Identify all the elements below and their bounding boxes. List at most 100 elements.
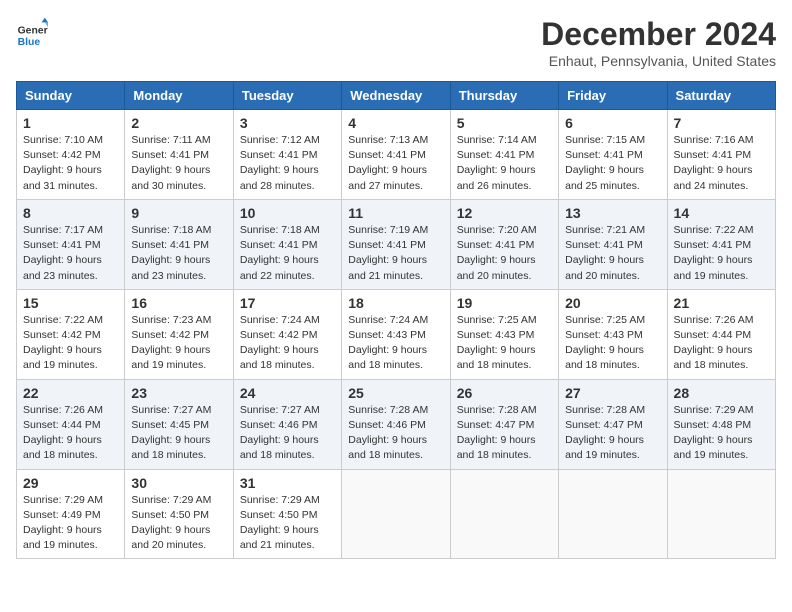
calendar-cell: 27 Sunrise: 7:28 AMSunset: 4:47 PMDayligh…: [559, 379, 667, 469]
day-number: 9: [131, 205, 226, 221]
location-title: Enhaut, Pennsylvania, United States: [541, 53, 776, 69]
day-number: 22: [23, 385, 118, 401]
day-info: Sunrise: 7:29 AMSunset: 4:49 PMDaylight:…: [23, 493, 118, 554]
calendar-cell: 15Sunrise: 7:22 AMSunset: 4:42 PMDayligh…: [17, 289, 125, 379]
day-info: Sunrise: 7:17 AMSunset: 4:41 PMDaylight:…: [23, 223, 118, 284]
day-number: 11: [348, 205, 443, 221]
calendar-week-row: 15Sunrise: 7:22 AMSunset: 4:42 PMDayligh…: [17, 289, 776, 379]
day-number: 2: [131, 115, 226, 131]
calendar-cell: 26Sunrise: 7:28 AMSunset: 4:47 PMDayligh…: [450, 379, 558, 469]
day-info: Sunrise: 7:27 AMSunset: 4:45 PMDaylight:…: [131, 403, 226, 464]
calendar-cell: 29 Sunrise: 7:29 AMSunset: 4:49 PMDayligh…: [17, 469, 125, 559]
day-number: 26: [457, 385, 552, 401]
calendar-cell: 17 Sunrise: 7:24 AMSunset: 4:42 PMDayligh…: [233, 289, 341, 379]
day-number: 7: [674, 115, 769, 131]
weekday-header-sunday: Sunday: [17, 82, 125, 110]
logo-icon: General Blue: [16, 16, 48, 48]
day-info: Sunrise: 7:18 AMSunset: 4:41 PMDaylight:…: [240, 223, 335, 284]
calendar-week-row: 29 Sunrise: 7:29 AMSunset: 4:49 PMDayligh…: [17, 469, 776, 559]
day-info: Sunrise: 7:11 AMSunset: 4:41 PMDaylight:…: [131, 133, 226, 194]
day-number: 4: [348, 115, 443, 131]
day-info: Sunrise: 7:20 AMSunset: 4:41 PMDaylight:…: [457, 223, 552, 284]
calendar-cell: 21 Sunrise: 7:26 AMSunset: 4:44 PMDayligh…: [667, 289, 775, 379]
calendar-cell: 5Sunrise: 7:14 AMSunset: 4:41 PMDaylight…: [450, 110, 558, 200]
day-number: 16: [131, 295, 226, 311]
day-number: 20: [565, 295, 660, 311]
day-info: Sunrise: 7:23 AMSunset: 4:42 PMDaylight:…: [131, 313, 226, 374]
day-info: Sunrise: 7:29 AMSunset: 4:50 PMDaylight:…: [131, 493, 226, 554]
calendar-week-row: 8 Sunrise: 7:17 AMSunset: 4:41 PMDaylight…: [17, 199, 776, 289]
day-number: 5: [457, 115, 552, 131]
day-number: 29: [23, 475, 118, 491]
day-number: 1: [23, 115, 118, 131]
day-number: 18: [348, 295, 443, 311]
day-info: Sunrise: 7:29 AMSunset: 4:50 PMDaylight:…: [240, 493, 335, 554]
day-number: 19: [457, 295, 552, 311]
calendar-cell: 4 Sunrise: 7:13 AMSunset: 4:41 PMDaylight…: [342, 110, 450, 200]
day-info: Sunrise: 7:28 AMSunset: 4:47 PMDaylight:…: [565, 403, 660, 464]
day-info: Sunrise: 7:24 AMSunset: 4:42 PMDaylight:…: [240, 313, 335, 374]
day-number: 17: [240, 295, 335, 311]
day-info: Sunrise: 7:12 AMSunset: 4:41 PMDaylight:…: [240, 133, 335, 194]
day-number: 25: [348, 385, 443, 401]
calendar-cell: 24Sunrise: 7:27 AMSunset: 4:46 PMDayligh…: [233, 379, 341, 469]
day-number: 14: [674, 205, 769, 221]
day-info: Sunrise: 7:28 AMSunset: 4:46 PMDaylight:…: [348, 403, 443, 464]
weekday-header-saturday: Saturday: [667, 82, 775, 110]
svg-text:General: General: [18, 26, 48, 37]
day-number: 21: [674, 295, 769, 311]
weekday-header-tuesday: Tuesday: [233, 82, 341, 110]
calendar-cell: 11 Sunrise: 7:19 AMSunset: 4:41 PMDayligh…: [342, 199, 450, 289]
day-info: Sunrise: 7:26 AMSunset: 4:44 PMDaylight:…: [674, 313, 769, 374]
day-info: Sunrise: 7:16 AMSunset: 4:41 PMDaylight:…: [674, 133, 769, 194]
day-info: Sunrise: 7:29 AMSunset: 4:48 PMDaylight:…: [674, 403, 769, 464]
calendar-cell: 23 Sunrise: 7:27 AMSunset: 4:45 PMDayligh…: [125, 379, 233, 469]
weekday-header-thursday: Thursday: [450, 82, 558, 110]
day-number: 27: [565, 385, 660, 401]
day-info: Sunrise: 7:27 AMSunset: 4:46 PMDaylight:…: [240, 403, 335, 464]
month-title: December 2024: [541, 16, 776, 53]
day-info: Sunrise: 7:21 AMSunset: 4:41 PMDaylight:…: [565, 223, 660, 284]
calendar-cell: 31 Sunrise: 7:29 AMSunset: 4:50 PMDayligh…: [233, 469, 341, 559]
calendar-cell: 30 Sunrise: 7:29 AMSunset: 4:50 PMDayligh…: [125, 469, 233, 559]
title-block: December 2024 Enhaut, Pennsylvania, Unit…: [541, 16, 776, 69]
day-info: Sunrise: 7:25 AMSunset: 4:43 PMDaylight:…: [457, 313, 552, 374]
calendar-cell: 19 Sunrise: 7:25 AMSunset: 4:43 PMDayligh…: [450, 289, 558, 379]
day-number: 6: [565, 115, 660, 131]
weekday-header-friday: Friday: [559, 82, 667, 110]
day-number: 30: [131, 475, 226, 491]
day-number: 23: [131, 385, 226, 401]
day-number: 15: [23, 295, 118, 311]
day-number: 12: [457, 205, 552, 221]
weekday-header-row: SundayMondayTuesdayWednesdayThursdayFrid…: [17, 82, 776, 110]
day-info: Sunrise: 7:10 AMSunset: 4:42 PMDaylight:…: [23, 133, 118, 194]
calendar-cell: 25 Sunrise: 7:28 AMSunset: 4:46 PMDayligh…: [342, 379, 450, 469]
day-number: 3: [240, 115, 335, 131]
calendar-cell: 8 Sunrise: 7:17 AMSunset: 4:41 PMDaylight…: [17, 199, 125, 289]
day-number: 13: [565, 205, 660, 221]
calendar-cell: 6Sunrise: 7:15 AMSunset: 4:41 PMDaylight…: [559, 110, 667, 200]
calendar-cell: 14Sunrise: 7:22 AMSunset: 4:41 PMDayligh…: [667, 199, 775, 289]
calendar-cell: 1 Sunrise: 7:10 AMSunset: 4:42 PMDaylight…: [17, 110, 125, 200]
calendar-week-row: 22 Sunrise: 7:26 AMSunset: 4:44 PMDayligh…: [17, 379, 776, 469]
day-number: 10: [240, 205, 335, 221]
weekday-header-wednesday: Wednesday: [342, 82, 450, 110]
day-number: 8: [23, 205, 118, 221]
day-number: 28: [674, 385, 769, 401]
calendar-cell: 13 Sunrise: 7:21 AMSunset: 4:41 PMDayligh…: [559, 199, 667, 289]
calendar-cell: [450, 469, 558, 559]
calendar-cell: 2 Sunrise: 7:11 AMSunset: 4:41 PMDaylight…: [125, 110, 233, 200]
calendar-cell: 12 Sunrise: 7:20 AMSunset: 4:41 PMDayligh…: [450, 199, 558, 289]
calendar-cell: 16 Sunrise: 7:23 AMSunset: 4:42 PMDayligh…: [125, 289, 233, 379]
calendar-week-row: 1 Sunrise: 7:10 AMSunset: 4:42 PMDaylight…: [17, 110, 776, 200]
calendar-cell: 9Sunrise: 7:18 AMSunset: 4:41 PMDaylight…: [125, 199, 233, 289]
day-info: Sunrise: 7:13 AMSunset: 4:41 PMDaylight:…: [348, 133, 443, 194]
day-info: Sunrise: 7:26 AMSunset: 4:44 PMDaylight:…: [23, 403, 118, 464]
day-number: 31: [240, 475, 335, 491]
weekday-header-monday: Monday: [125, 82, 233, 110]
calendar-cell: 7 Sunrise: 7:16 AMSunset: 4:41 PMDaylight…: [667, 110, 775, 200]
calendar-table: SundayMondayTuesdayWednesdayThursdayFrid…: [16, 81, 776, 559]
calendar-cell: [559, 469, 667, 559]
calendar-cell: [667, 469, 775, 559]
day-info: Sunrise: 7:19 AMSunset: 4:41 PMDaylight:…: [348, 223, 443, 284]
